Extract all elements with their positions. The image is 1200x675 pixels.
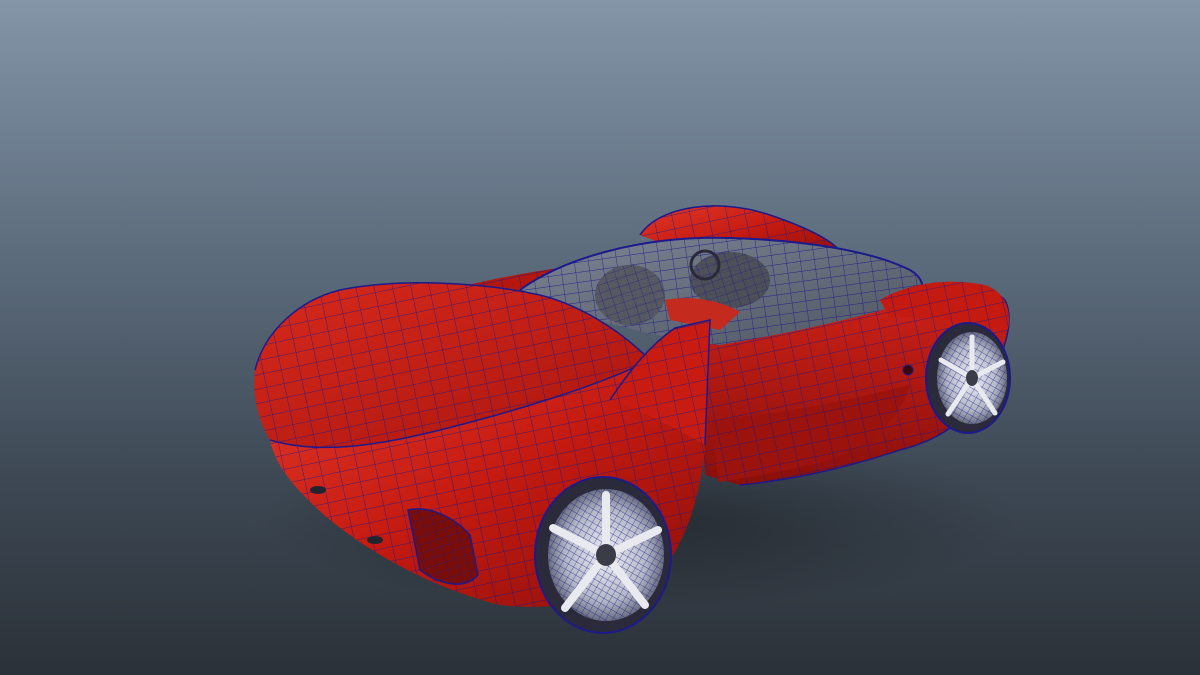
front-hub-icon bbox=[596, 544, 616, 566]
seat-left-wire bbox=[595, 265, 665, 325]
scene-canvas[interactable] bbox=[0, 0, 1200, 675]
fuel-cap[interactable] bbox=[902, 364, 914, 376]
headlight-right bbox=[367, 536, 383, 544]
headlight-left bbox=[310, 486, 326, 494]
rear-wheel[interactable] bbox=[925, 322, 1011, 434]
rear-hub-icon bbox=[966, 370, 978, 386]
front-wheel[interactable] bbox=[534, 476, 672, 634]
3d-viewport[interactable] bbox=[0, 0, 1200, 675]
